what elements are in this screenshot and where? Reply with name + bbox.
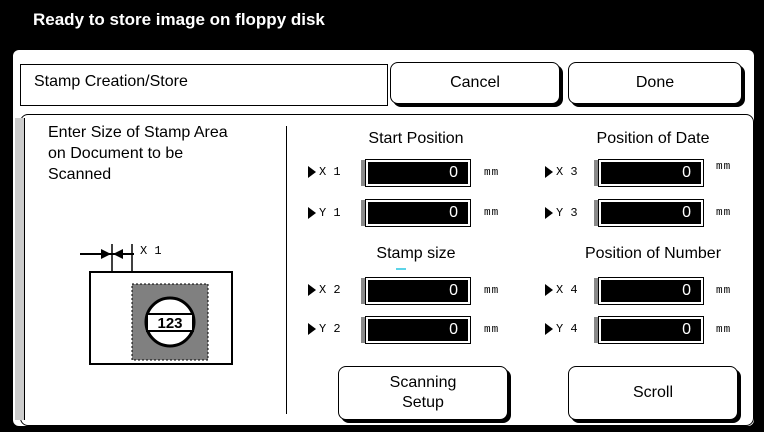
- y1-field[interactable]: 0: [365, 199, 471, 227]
- y3-arrow-icon: [545, 207, 553, 219]
- y3-unit: mm: [716, 207, 732, 219]
- x4-label: X 4: [556, 283, 578, 297]
- scroll-button[interactable]: Scroll: [568, 366, 738, 420]
- x3-arrow-icon: [545, 166, 553, 178]
- position-of-number-heading: Position of Number: [584, 245, 722, 262]
- left-edge-bar: [15, 118, 25, 420]
- y1-arrow-icon: [308, 207, 316, 219]
- y3-label: Y 3: [556, 206, 578, 220]
- instruction-text: Enter Size of Stamp Area on Document to …: [48, 124, 228, 183]
- status-message: Ready to store image on floppy disk: [33, 10, 325, 29]
- x2-unit: mm: [484, 285, 500, 297]
- vertical-divider: [286, 126, 287, 414]
- x2-arrow-icon: [308, 284, 316, 296]
- dimension-arrow-left-icon: [101, 249, 111, 259]
- x4-unit: mm: [716, 285, 732, 297]
- screen-title: Stamp Creation/Store: [34, 73, 188, 90]
- x3-unit: mm: [716, 161, 732, 173]
- dimension-label: X 1: [140, 244, 162, 258]
- status-bar: Ready to store image on floppy disk: [0, 0, 764, 50]
- focus-marker: [396, 268, 406, 270]
- y1-label: Y 1: [319, 206, 341, 220]
- x3-field[interactable]: 0: [598, 159, 704, 187]
- stamp-area-diagram: X 1 123: [80, 244, 233, 365]
- y2-arrow-icon: [308, 323, 316, 335]
- y3-field[interactable]: 0: [598, 199, 704, 227]
- y4-field[interactable]: 0: [598, 316, 704, 344]
- y2-label: Y 2: [319, 322, 341, 336]
- scanning-setup-button[interactable]: Scanning Setup: [338, 366, 508, 420]
- x1-unit: mm: [484, 167, 500, 179]
- cancel-button[interactable]: Cancel: [390, 62, 560, 104]
- x4-field[interactable]: 0: [598, 277, 704, 305]
- y2-field[interactable]: 0: [365, 316, 471, 344]
- y1-unit: mm: [484, 207, 500, 219]
- x1-field[interactable]: 0: [365, 159, 471, 187]
- x1-label: X 1: [319, 165, 341, 179]
- stamp-size-heading: Stamp size: [376, 245, 456, 262]
- x2-field[interactable]: 0: [365, 277, 471, 305]
- y4-arrow-icon: [545, 323, 553, 335]
- x2-label: X 2: [319, 283, 341, 297]
- x3-label: X 3: [556, 165, 578, 179]
- x1-arrow-icon: [308, 166, 316, 178]
- dimension-arrow-right-icon: [113, 249, 123, 259]
- position-of-date-heading: Position of Date: [596, 130, 710, 147]
- y4-label: Y 4: [556, 322, 578, 336]
- y2-unit: mm: [484, 324, 500, 336]
- y4-unit: mm: [716, 324, 732, 336]
- start-position-heading: Start Position: [368, 130, 464, 147]
- x4-arrow-icon: [545, 284, 553, 296]
- done-button[interactable]: Done: [568, 62, 742, 104]
- stamp-number: 123: [157, 315, 182, 332]
